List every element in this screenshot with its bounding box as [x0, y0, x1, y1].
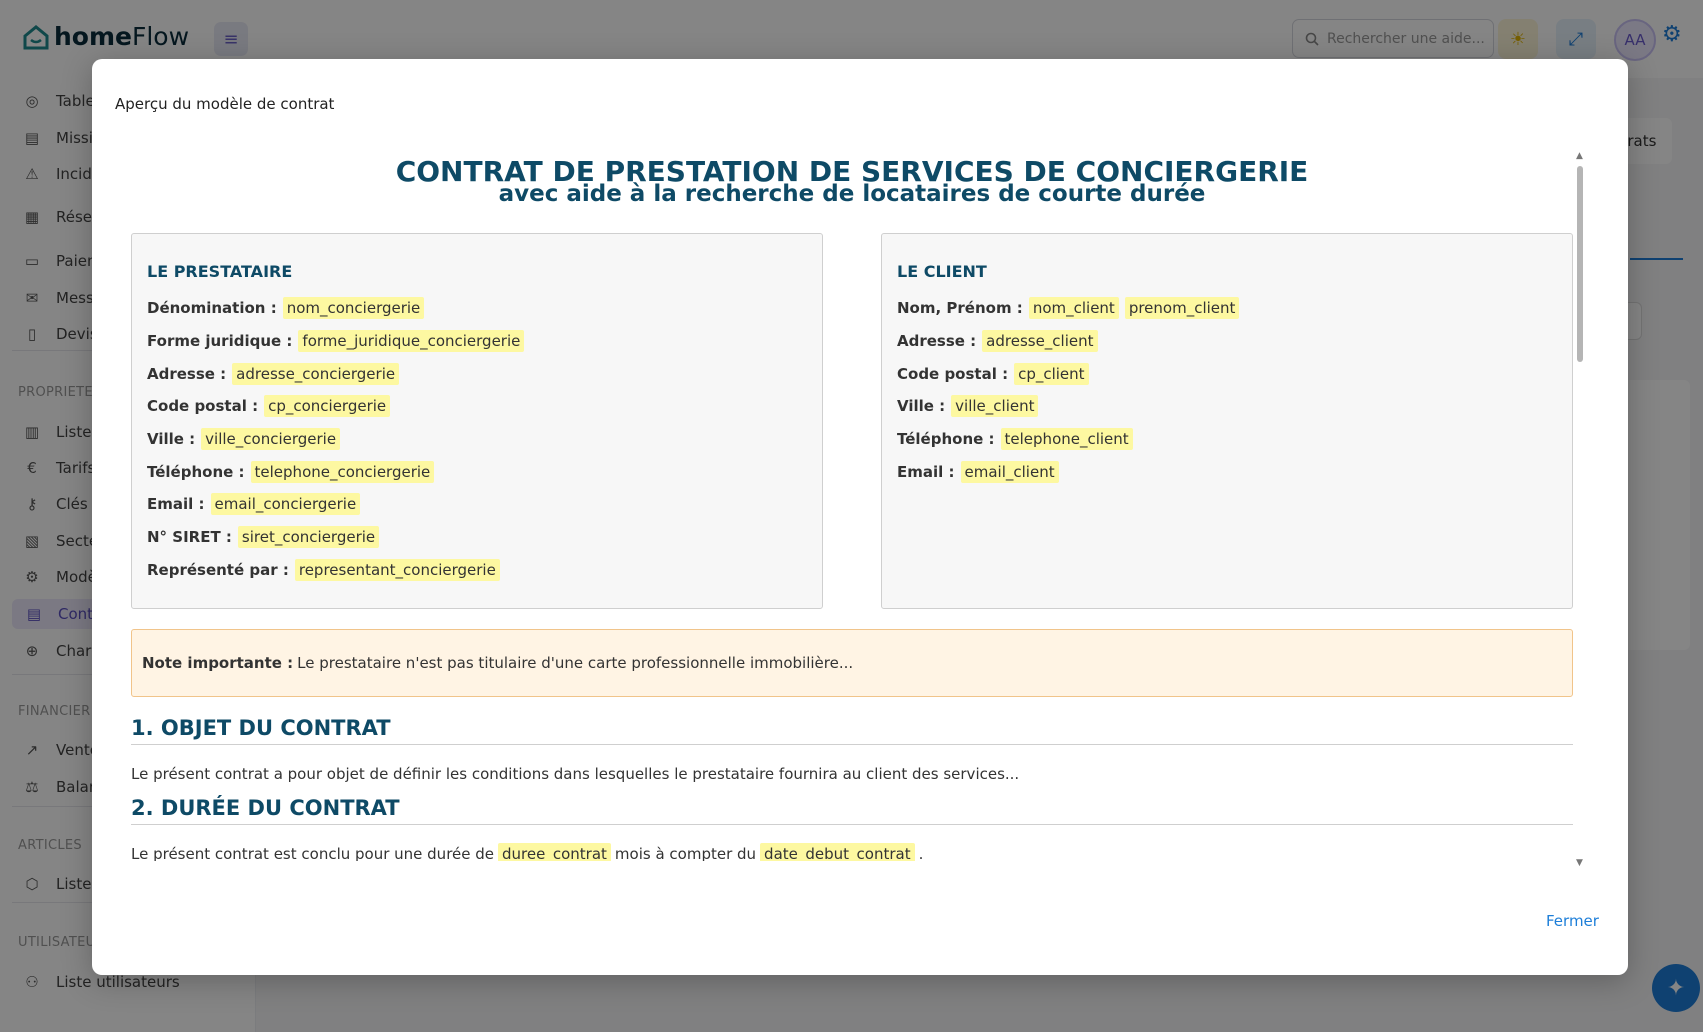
- important-note: Note importante : Le prestataire n'est p…: [131, 629, 1573, 697]
- prestataire-field-label: Forme juridique :: [147, 332, 293, 351]
- prestataire-placeholder: forme_juridique_conciergerie: [298, 330, 525, 353]
- prestataire-placeholder: telephone_conciergerie: [250, 460, 435, 483]
- client-field-label: Ville :: [897, 397, 946, 416]
- prestataire-field-label: Email :: [147, 495, 205, 514]
- document-scrollbar[interactable]: ▲ ▼: [1574, 151, 1586, 871]
- client-placeholder: telephone_client: [1000, 428, 1133, 451]
- prestataire-field-label: Téléphone :: [147, 462, 245, 481]
- note-label: Note importante :: [142, 654, 294, 672]
- client-title: LE CLIENT: [897, 262, 987, 281]
- section-1-title: 1. OBJET DU CONTRAT: [131, 716, 1573, 745]
- prestataire-field-label: Dénomination :: [147, 299, 277, 318]
- client-row: Email : email_client: [897, 455, 1557, 488]
- prestataire-row: Ville : ville_conciergerie: [147, 423, 807, 456]
- client-row: Adresse : adresse_client: [897, 325, 1557, 358]
- prestataire-row: Représenté par : representant_conciergeri…: [147, 554, 807, 587]
- prestataire-row: Adresse : adresse_conciergerie: [147, 357, 807, 390]
- section-1-text: Le présent contrat a pour objet de défin…: [131, 765, 1020, 783]
- prestataire-placeholder: adresse_conciergerie: [232, 362, 400, 385]
- section-2-text-b: mois à compter du: [614, 845, 757, 861]
- prestataire-placeholder: ville_conciergerie: [201, 428, 341, 451]
- client-field-label: Code postal :: [897, 364, 1009, 383]
- prestataire-row: Téléphone : telephone_conciergerie: [147, 455, 807, 488]
- client-placeholder: adresse_client: [982, 330, 1098, 353]
- client-placeholder: nom_client: [1028, 297, 1119, 320]
- scroll-down-arrow-icon[interactable]: ▼: [1576, 858, 1583, 868]
- section-2-text-c: .: [918, 845, 924, 861]
- contract-preview-modal: Aperçu du modèle de contrat CONTRAT DE P…: [92, 59, 1628, 975]
- contract-document[interactable]: CONTRAT DE PRESTATION DE SERVICES DE CON…: [131, 151, 1573, 861]
- modal-title: Aperçu du modèle de contrat: [115, 95, 335, 113]
- prestataire-placeholder: nom_conciergerie: [282, 297, 425, 320]
- prestataire-field-label: Représenté par :: [147, 560, 289, 579]
- prestataire-row: N° SIRET : siret_conciergerie: [147, 521, 807, 554]
- prestataire-row: Dénomination : nom_conciergerie: [147, 292, 807, 325]
- prestataire-title: LE PRESTATAIRE: [147, 262, 293, 281]
- section-2-text-a: Le présent contrat est conclu pour une d…: [131, 845, 495, 861]
- prestataire-row: Email : email_conciergerie: [147, 488, 807, 521]
- section-2-text: Le présent contrat est conclu pour une d…: [131, 843, 923, 861]
- client-placeholder: cp_client: [1014, 362, 1089, 385]
- placeholder-duree-contrat: duree_contrat: [498, 843, 611, 861]
- note-text: Le prestataire n'est pas titulaire d'une…: [297, 654, 854, 672]
- scrollbar-thumb[interactable]: [1577, 166, 1583, 362]
- prestataire-row: Code postal : cp_conciergerie: [147, 390, 807, 423]
- prestataire-placeholder: cp_conciergerie: [264, 395, 391, 418]
- client-placeholder: email_client: [960, 460, 1059, 483]
- prestataire-box: LE PRESTATAIRE Dénomination : nom_concier…: [131, 233, 823, 609]
- client-field-label: Nom, Prénom :: [897, 299, 1023, 318]
- prestataire-field-label: Adresse :: [147, 364, 227, 383]
- prestataire-field-label: Code postal :: [147, 397, 259, 416]
- close-button[interactable]: Fermer: [1546, 912, 1599, 930]
- section-2-title: 2. DURÉE DU CONTRAT: [131, 796, 1573, 825]
- client-placeholder: ville_client: [951, 395, 1039, 418]
- client-placeholder: prenom_client: [1124, 297, 1240, 320]
- client-row: Ville : ville_client: [897, 390, 1557, 423]
- client-field-label: Email :: [897, 462, 955, 481]
- client-box: LE CLIENT Nom, Prénom : nom_client prenom_…: [881, 233, 1573, 609]
- prestataire-row: Forme juridique : forme_juridique_concier…: [147, 325, 807, 358]
- client-field-label: Téléphone :: [897, 430, 995, 449]
- prestataire-field-label: N° SIRET :: [147, 528, 232, 547]
- placeholder-date-debut: date_debut_contrat: [760, 843, 915, 861]
- prestataire-placeholder: representant_conciergerie: [294, 558, 500, 581]
- prestataire-placeholder: siret_conciergerie: [237, 526, 380, 549]
- client-row: Nom, Prénom : nom_client prenom_client: [897, 292, 1557, 325]
- client-row: Code postal : cp_client: [897, 357, 1557, 390]
- scroll-up-arrow-icon[interactable]: ▲: [1576, 151, 1583, 161]
- client-field-label: Adresse :: [897, 332, 977, 351]
- client-row: Téléphone : telephone_client: [897, 423, 1557, 456]
- prestataire-field-label: Ville :: [147, 430, 196, 449]
- document-subtitle: avec aide à la recherche de locataires d…: [498, 181, 1206, 207]
- prestataire-placeholder: email_conciergerie: [210, 493, 361, 516]
